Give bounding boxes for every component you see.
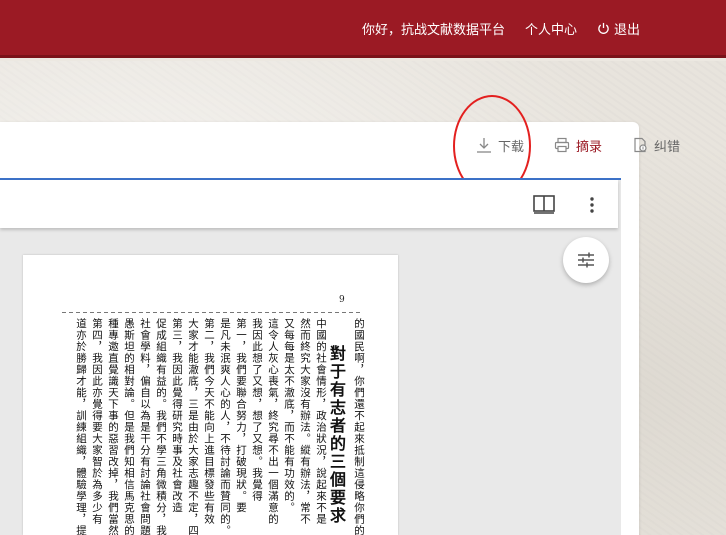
logout-label: 退出 xyxy=(613,22,640,38)
viewer-toolbar xyxy=(0,180,618,228)
page-text-column: 大家才能澈底，三是由於大家志趣不定，四是 xyxy=(187,318,199,535)
page-text-column: 愚斯坦的相對論。但是我們知相信馬克思的唯 xyxy=(123,318,135,535)
page-text-column: 又每每是太不澈底，而不能有功效的。 xyxy=(283,318,295,514)
excerpt-label: 摘录 xyxy=(575,139,602,155)
page-text-column: 促成組織有益的。我們不學三角微積分，我們 xyxy=(155,318,167,535)
page-text-column: 第二，我們今天不能向上進目標發些有效 xyxy=(203,318,215,525)
logout-button[interactable]: 退出 xyxy=(597,19,640,38)
page-text-column: 第四，我因此亦覺得要大家智於為多少有 xyxy=(91,318,103,525)
correction-button[interactable]: 纠错 xyxy=(632,136,680,155)
page-text-column: 的國民啊，你們還不起來抵制這侵略你們的 xyxy=(353,318,365,535)
page-text-column: 第三，我因此覺得研究時事及社會改造 xyxy=(171,318,183,514)
page-text-column: 對于有志者的三個要求 xyxy=(327,345,346,525)
page-text-column: 然而終究大家沒有辦法。縱有辦法，常不 xyxy=(299,318,311,525)
page-text-column: 道亦於勝歸才能，訓練組織，體驗學理，提高 xyxy=(75,318,87,535)
top-nav: 你好，抗战文献数据平台 个人中心 退出 xyxy=(362,0,640,56)
page-text-column: 是凡未泯爽人心的人，不待討論而贊同的。 xyxy=(219,318,231,535)
page-text-column: 社會學料，偏自以為是干分有討論社會問題的 xyxy=(139,318,151,535)
greeting-text: 你好，抗战文献数据平台 xyxy=(361,22,505,38)
page-text-column: 第一，我們要聯合努力，打破現狀。要 xyxy=(235,318,247,514)
page-text-column: 我因此想了又想，想了又想。我覺得 xyxy=(251,318,263,502)
top-header: 你好，抗战文献数据平台 个人中心 退出 xyxy=(0,0,726,58)
page-text-column: 這令人灰心喪氣，終究尋不出一個滿意的 xyxy=(267,318,279,525)
correction-label: 纠错 xyxy=(653,139,680,155)
settings-button[interactable] xyxy=(563,237,609,283)
page-text-column: 中國的社會情形，政治狀況，說起來不是 xyxy=(315,318,327,525)
book-icon[interactable] xyxy=(533,194,555,214)
page-text-column: 種專邀直覺識天下事的惡習改掉，我們當然該 xyxy=(107,318,119,535)
page-rule xyxy=(62,312,362,313)
personal-center-link[interactable]: 个人中心 xyxy=(525,19,577,38)
sliders-icon xyxy=(578,252,594,268)
more-vertical-icon[interactable] xyxy=(589,196,595,214)
document-edit-icon xyxy=(634,137,647,153)
page-number: 9 xyxy=(339,295,345,305)
printer-icon xyxy=(554,137,570,153)
excerpt-button[interactable]: 摘录 xyxy=(554,136,602,155)
power-icon xyxy=(598,22,609,34)
